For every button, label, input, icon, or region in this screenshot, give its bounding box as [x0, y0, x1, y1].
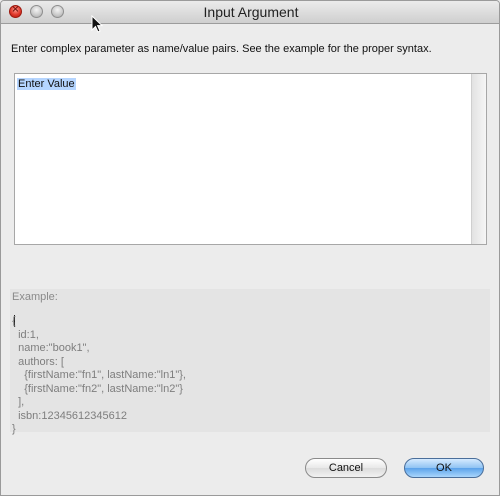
- example-code: { id:1, name:"book1", authors: [ {firstN…: [12, 315, 186, 435]
- example-label: Example:: [12, 291, 58, 303]
- window-title: Input Argument: [203, 4, 299, 20]
- instructions-text: Enter complex parameter as name/value pa…: [11, 43, 432, 55]
- vertical-scrollbar[interactable]: [471, 74, 486, 244]
- mouse-pointer-icon: [91, 15, 103, 33]
- value-text[interactable]: Enter Value: [17, 78, 76, 90]
- value-text-area[interactable]: Enter Value: [14, 73, 487, 245]
- cancel-button[interactable]: Cancel: [305, 458, 387, 478]
- ok-button[interactable]: OK: [404, 458, 484, 478]
- input-argument-dialog: × Input Argument Enter complex parameter…: [0, 0, 500, 496]
- example-panel: Example: { id:1, name:"book1", authors: …: [10, 289, 490, 435]
- title-bar[interactable]: × Input Argument: [1, 1, 499, 24]
